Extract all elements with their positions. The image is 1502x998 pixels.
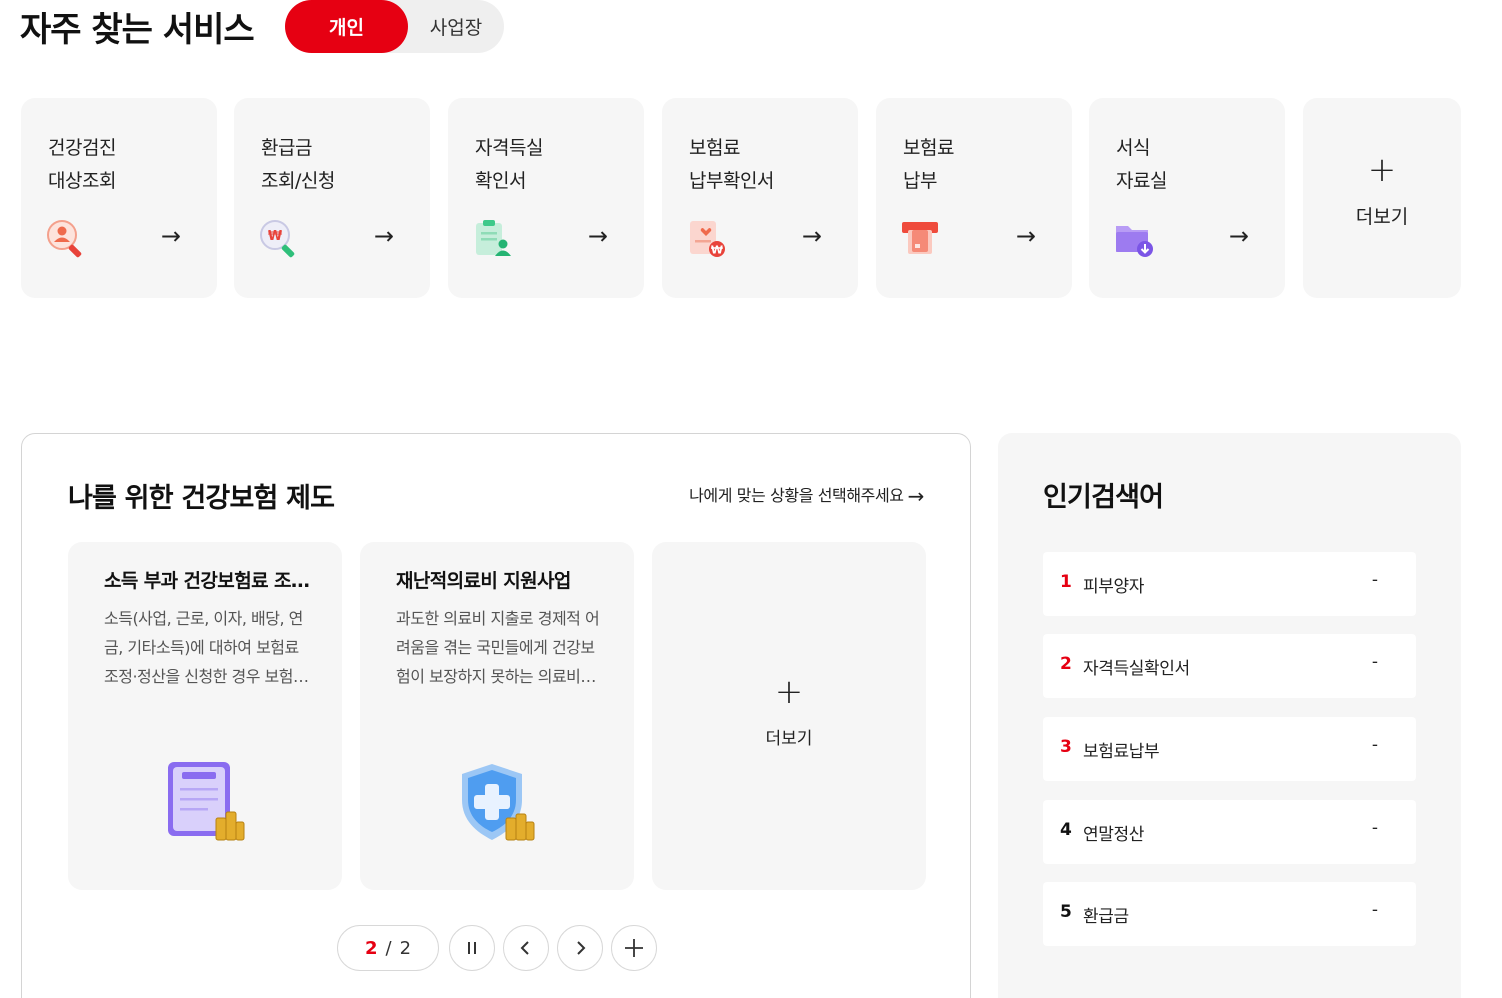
arrow-right-icon: → [373, 222, 394, 250]
search-term: 환급금 [1083, 907, 1129, 927]
arrow-right-icon: → [587, 222, 608, 250]
service-card-label: 환급금 조회/신청 [261, 137, 335, 192]
health-insurance-panel: 나를 위한 건강보험 제도 나에게 맞는 상황을 선택해주세요 → 소득 부과 건… [21, 433, 971, 998]
select-situation-link[interactable]: 나에게 맞는 상황을 선택해주세요 → [689, 482, 924, 508]
carousel-pagination: 2 / 2 [337, 925, 439, 971]
popular-search-item[interactable]: 3 보험료납부 - [1043, 717, 1416, 781]
folder-download-icon [1116, 226, 1153, 257]
rank-change: - [1371, 900, 1378, 920]
service-card-label: 보험료 납부확인서 [689, 137, 774, 192]
service-card-refund[interactable]: 환급금 조회/신청 ₩ → [234, 98, 430, 298]
frequent-services-list: 건강검진 대상조회 → 환급금 조회/신청 ₩ → 자격득실 확인서 → 보험료… [21, 98, 1461, 298]
arrow-right-icon: → [1015, 222, 1036, 250]
svg-text:₩: ₩ [711, 244, 723, 257]
toggle-personal-button[interactable]: 개인 [285, 0, 408, 53]
service-card-payment-certificate[interactable]: 보험료 납부확인서 ₩ → [662, 98, 858, 298]
toggle-business-button[interactable]: 사업장 [408, 0, 504, 53]
insurance-card-title: 소득 부과 건강보험료 조정·정산 신청 [104, 570, 310, 592]
arrow-right-icon: → [160, 222, 181, 250]
prev-button[interactable] [503, 925, 549, 971]
service-card-checkup[interactable]: 건강검진 대상조회 → [21, 98, 217, 298]
svg-text:₩: ₩ [268, 229, 283, 244]
search-term: 보험료납부 [1083, 742, 1160, 762]
chevron-right-icon [577, 941, 586, 955]
rank-number: 1 [1060, 572, 1072, 592]
more-label: 더보기 [1355, 206, 1409, 228]
popular-searches-panel: 인기검색어 1 피부양자 - 2 자격득실확인서 - 3 보험료납부 - 4 연… [998, 433, 1461, 998]
search-term: 피부양자 [1083, 577, 1144, 597]
popular-search-item[interactable]: 2 자격득실확인서 - [1043, 634, 1416, 698]
person-search-icon [47, 220, 82, 258]
rank-number: 4 [1060, 820, 1072, 840]
services-more-button[interactable]: + 더보기 [1303, 98, 1461, 298]
rank-number: 2 [1060, 654, 1072, 674]
arrow-right-icon: → [801, 222, 822, 250]
pause-button[interactable] [449, 925, 495, 971]
chevron-left-icon [520, 941, 529, 955]
rank-change: - [1371, 735, 1378, 755]
next-button[interactable] [557, 925, 603, 971]
insurance-card-catastrophic-medical[interactable]: 재난적의료비 지원사업 과도한 의료비 지출로 경제적 어려움을 겪는 국민들에… [360, 542, 634, 890]
panel-title: 나를 위한 건강보험 제도 [68, 483, 335, 514]
search-term: 연말정산 [1083, 825, 1144, 845]
arrow-right-icon: → [1228, 222, 1249, 250]
insurance-card-income-adjustment[interactable]: 소득 부과 건강보험료 조정·정산 신청 소득(사업, 근로, 이자, 배당, … [68, 542, 342, 890]
atm-card-icon [902, 222, 938, 254]
popular-searches-title: 인기검색어 [1043, 482, 1164, 513]
rank-change: - [1371, 570, 1378, 590]
total-pages: 2 [399, 937, 412, 959]
pause-icon [468, 942, 476, 954]
popular-search-item[interactable]: 4 연말정산 - [1043, 800, 1416, 864]
popular-search-item[interactable]: 5 환급금 - [1043, 882, 1416, 946]
current-page: 2 [364, 937, 378, 959]
rank-number: 5 [1060, 902, 1072, 922]
arrow-right-icon: → [907, 484, 925, 508]
popular-search-item[interactable]: 1 피부양자 - [1043, 552, 1416, 616]
receipt-won-icon: ₩ [690, 221, 725, 257]
shield-cross-coins-icon [462, 764, 535, 841]
plus-icon [625, 939, 643, 957]
more-label: 더보기 [765, 729, 813, 749]
service-card-label: 건강검진 대상조회 [48, 137, 116, 192]
search-term: 자격득실확인서 [1083, 659, 1190, 679]
insurance-card-desc: 과도한 의료비 지출로 경제적 어려움을 겪는 국민들에게 건강보험이 보장하지… [396, 609, 600, 686]
page-separator: / [385, 937, 392, 959]
service-card-label: 보험료 납부 [903, 137, 954, 192]
insurance-more-button[interactable]: + 더보기 [652, 542, 926, 890]
section-title: 자주 찾는 서비스 [20, 10, 255, 50]
service-card-payment[interactable]: 보험료 납부 → [876, 98, 1072, 298]
clipboard-coins-icon [168, 762, 245, 841]
select-situation-label: 나에게 맞는 상황을 선택해주세요 [689, 486, 904, 505]
clipboard-person-icon [476, 220, 511, 256]
carousel-more-button[interactable] [611, 925, 657, 971]
won-search-icon: ₩ [260, 220, 295, 258]
insurance-card-title: 재난적의료비 지원사업 [396, 570, 571, 592]
service-card-eligibility[interactable]: 자격득실 확인서 → [448, 98, 644, 298]
rank-change: - [1371, 652, 1378, 672]
service-card-label: 서식 자료실 [1116, 137, 1167, 192]
plus-icon: + [1367, 150, 1397, 190]
service-card-forms[interactable]: 서식 자료실 → [1089, 98, 1285, 298]
rank-number: 3 [1060, 737, 1072, 757]
service-card-label: 자격득실 확인서 [475, 137, 543, 192]
plus-icon: + [774, 672, 804, 712]
rank-change: - [1371, 818, 1378, 838]
personal-business-toggle: 개인 사업장 [285, 0, 504, 53]
insurance-card-desc: 소득(사업, 근로, 이자, 배당, 연금, 기타소득)에 대하여 보험료 조정… [104, 609, 308, 686]
